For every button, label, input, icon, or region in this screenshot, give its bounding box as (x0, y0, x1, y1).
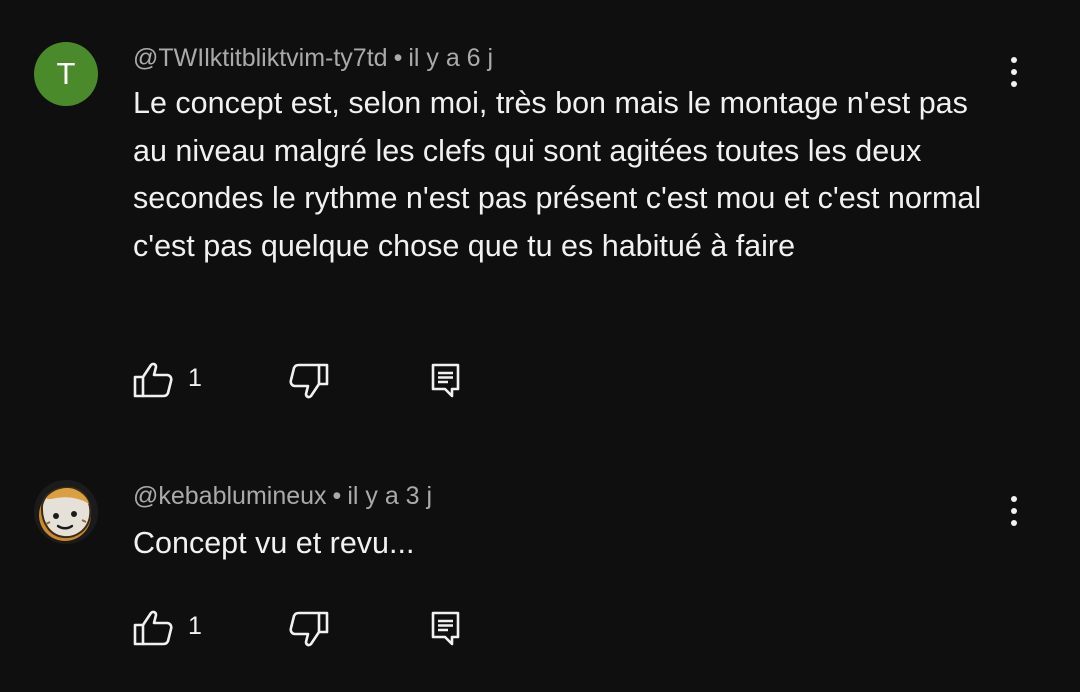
like-count: 1 (188, 612, 202, 640)
thumb-down-icon (289, 611, 329, 647)
avatar[interactable] (34, 480, 98, 544)
like-button[interactable]: 1 (132, 608, 212, 648)
more-vert-icon (1011, 57, 1017, 63)
more-vert-icon (1011, 496, 1017, 502)
comment-header: @TWIlktitbliktvim-ty7td • il y a 6 j (133, 44, 493, 73)
comment-text: Le concept est, selon moi, très bon mais… (133, 86, 982, 263)
reply-button[interactable] (430, 608, 462, 648)
more-vert-icon-dot (1011, 508, 1017, 514)
reply-icon (431, 611, 460, 646)
like-count: 1 (188, 364, 202, 392)
comment-text: Concept vu et revu... (133, 526, 415, 560)
separator-dot: • (332, 482, 342, 510)
dislike-button[interactable] (286, 360, 330, 400)
comment-timestamp[interactable]: il y a 3 j (347, 482, 432, 510)
thumb-down-icon (289, 363, 329, 399)
more-vert-icon-dot (1011, 520, 1017, 526)
like-button[interactable]: 1 (132, 360, 212, 400)
comment-author[interactable]: @kebablumineux (133, 482, 327, 510)
comment-timestamp[interactable]: il y a 6 j (408, 44, 493, 72)
separator-dot: • (393, 44, 403, 72)
more-actions-button[interactable] (999, 492, 1029, 532)
reply-icon (431, 363, 460, 398)
more-vert-icon-dot (1011, 81, 1017, 87)
avatar[interactable]: T (34, 42, 98, 106)
reply-button[interactable] (430, 360, 462, 400)
dislike-button[interactable] (286, 608, 330, 648)
more-actions-button[interactable] (999, 52, 1029, 92)
comment-thread-item: T @TWIlktitbliktvim-ty7td • il y a 6 j Le … (0, 0, 1080, 430)
comment-thread-item: @kebablumineux • il y a 3 j Concept vu et … (0, 430, 1080, 692)
comment-header: @kebablumineux • il y a 3 j (133, 482, 432, 511)
avatar-letter: T (56, 56, 76, 91)
avatar-drawing-image (34, 480, 98, 544)
more-vert-icon-dot (1011, 69, 1017, 75)
comment-author[interactable]: @TWIlktitbliktvim-ty7td (133, 44, 388, 72)
thumb-up-icon (133, 610, 173, 646)
thumb-up-icon (133, 362, 173, 398)
